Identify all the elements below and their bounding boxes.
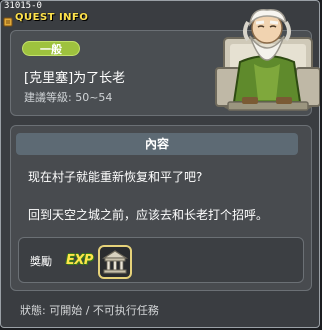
window-title: QUEST INFO	[15, 12, 89, 23]
reward-label: 獎勵	[30, 255, 52, 268]
reward-box	[18, 237, 304, 283]
description-line-1: 现在村子就能重新恢复和平了吧?	[28, 170, 203, 184]
quest-icon	[3, 12, 13, 27]
title-bar[interactable]: QUEST INFO	[3, 11, 153, 27]
recommended-level: 建議等級: 50~54	[24, 91, 113, 104]
quest-name: [克里塞]为了长老	[24, 71, 126, 86]
temple-icon[interactable]	[98, 245, 132, 279]
elder-npc-icon	[214, 2, 321, 114]
category-badge: 一般	[22, 41, 80, 56]
content-header: 內容	[16, 133, 298, 155]
exp-badge: EXP	[66, 253, 93, 268]
quest-id: 31015-0	[4, 1, 42, 11]
description-line-2: 回到天空之城之前，应该去和长老打个招呼。	[28, 208, 269, 222]
status-text: 狀態: 可開始 / 不可执行任務	[20, 304, 159, 317]
